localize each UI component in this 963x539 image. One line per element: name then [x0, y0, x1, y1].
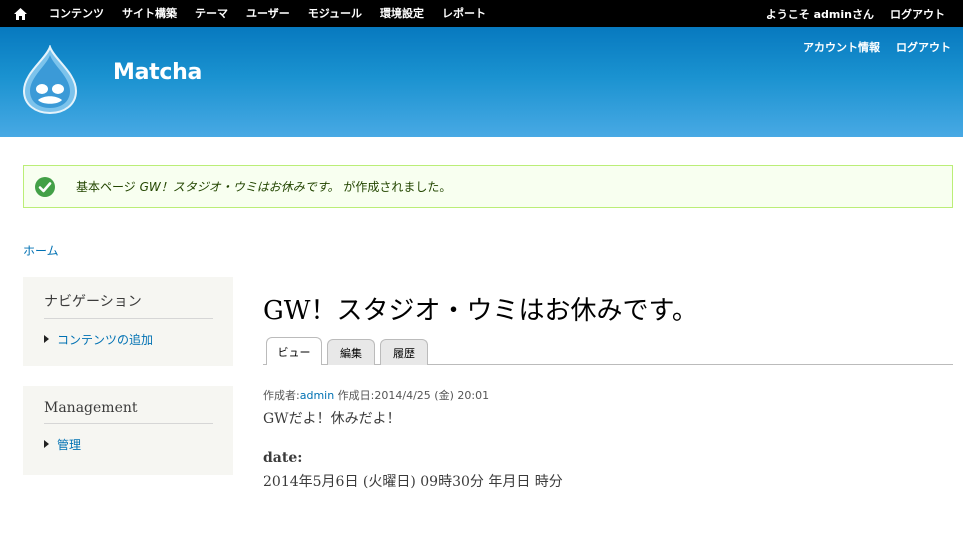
site-name[interactable]: Matcha: [113, 60, 202, 85]
toolbar-item-people[interactable]: ユーザー: [237, 0, 299, 27]
account-link[interactable]: アカウント情報: [803, 39, 880, 55]
toolbar-item-configuration[interactable]: 環境設定: [371, 0, 433, 27]
breadcrumb: ホーム: [23, 242, 59, 259]
management-block-title: Management: [44, 400, 213, 424]
date-field-label: date:: [263, 450, 303, 466]
drupal-drop-icon[interactable]: [20, 43, 80, 115]
date-field-value: 2014年5月6日 (火曜日) 09時30分 年月日 時分: [263, 474, 563, 490]
navigation-block-title: ナビゲーション: [44, 291, 213, 319]
navigation-item: コンテンツの追加: [44, 331, 213, 348]
status-message: 基本ページ GW！スタジオ・ウミはお休みです。 が作成されました。: [23, 165, 953, 208]
secondary-menu: アカウント情報 ログアウト: [787, 39, 951, 55]
tab-revisions[interactable]: 履歴: [380, 339, 428, 365]
submitted-date: 作成日:2014/4/25 (金) 20:01: [334, 389, 490, 402]
submitted-info: 作成者:admin 作成日:2014/4/25 (金) 20:01: [263, 387, 489, 403]
author-link[interactable]: admin: [300, 389, 334, 402]
status-node-title: GW！スタジオ・ウミはお休みです。: [139, 180, 340, 194]
toolbar-user: ようこそ adminさん ログアウト: [750, 0, 945, 27]
breadcrumb-home-link[interactable]: ホーム: [23, 244, 59, 258]
tab-view[interactable]: ビュー: [266, 337, 322, 365]
toolbar-item-reports[interactable]: レポート: [433, 0, 495, 27]
page-title: GW！スタジオ・ウミはお休みです。: [263, 296, 698, 326]
status-text: 基本ページ GW！スタジオ・ウミはお休みです。 が作成されました。: [76, 178, 451, 195]
node-body: GWだよ！休みだよ！: [263, 411, 401, 427]
toolbar-item-structure[interactable]: サイト構築: [113, 0, 186, 27]
checkmark-icon: [35, 176, 55, 197]
toolbar-item-content[interactable]: コンテンツ: [40, 0, 113, 27]
home-icon[interactable]: [0, 0, 40, 27]
toolbar-item-appearance[interactable]: テーマ: [186, 0, 237, 27]
submitted-prefix: 作成者:: [263, 389, 300, 402]
admin-toolbar: コンテンツ サイト構築 テーマ ユーザー モジュール 環境設定 レポート ようこ…: [0, 0, 963, 27]
management-item: 管理: [44, 436, 213, 453]
admin-link[interactable]: 管理: [57, 438, 81, 452]
header-logout-link[interactable]: ログアウト: [896, 39, 951, 55]
add-content-link[interactable]: コンテンツの追加: [57, 333, 153, 347]
navigation-block: ナビゲーション コンテンツの追加: [23, 277, 233, 366]
triangle-right-icon: [44, 440, 49, 448]
toolbar-menu: コンテンツ サイト構築 テーマ ユーザー モジュール 環境設定 レポート: [40, 0, 495, 27]
management-block: Management 管理: [23, 386, 233, 475]
status-suffix: が作成されました。: [339, 180, 452, 194]
toolbar-item-modules[interactable]: モジュール: [299, 0, 371, 27]
site-header: Matcha アカウント情報 ログアウト: [0, 27, 963, 137]
status-prefix: 基本ページ: [76, 180, 140, 194]
tab-edit[interactable]: 編集: [327, 339, 375, 365]
toolbar-logout-link[interactable]: ログアウト: [890, 6, 945, 22]
welcome-text: ようこそ adminさん: [765, 7, 874, 21]
triangle-right-icon: [44, 335, 49, 343]
node-tabs: ビュー 編集 履歴: [263, 337, 953, 365]
